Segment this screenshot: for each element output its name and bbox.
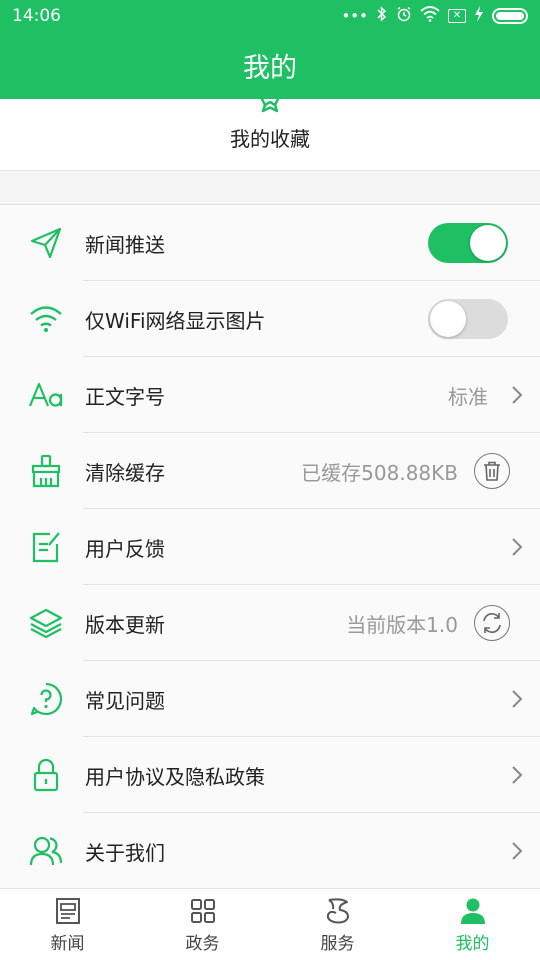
- setting-label: 常见问题: [85, 688, 165, 713]
- wifi-icon: [28, 301, 64, 337]
- layers-icon: [28, 605, 64, 641]
- chevron-right-icon: [512, 766, 523, 784]
- setting-news-push[interactable]: 新闻推送: [0, 205, 540, 281]
- clear-cache-button[interactable]: [474, 453, 510, 489]
- bluetooth-icon: [376, 6, 388, 26]
- setting-label: 用户协议及隐私政策: [85, 764, 265, 789]
- bottom-tab-bar: 新闻 政务 服务 我的: [0, 888, 540, 960]
- check-update-button[interactable]: [474, 605, 510, 641]
- setting-label: 仅WiFi网络显示图片: [85, 308, 266, 333]
- setting-agreement-privacy[interactable]: 用户协议及隐私政策: [0, 737, 540, 813]
- status-time: 14:06: [12, 6, 61, 26]
- tab-label: 政务: [185, 934, 220, 954]
- setting-about-us[interactable]: 关于我们: [0, 813, 540, 889]
- setting-wifi-images[interactable]: 仅WiFi网络显示图片: [0, 281, 540, 357]
- charging-icon: [474, 6, 484, 26]
- status-icons: ••• ✕: [341, 6, 528, 26]
- setting-faq[interactable]: 常见问题: [0, 661, 540, 737]
- setting-label: 关于我们: [85, 840, 165, 865]
- alarm-icon: [396, 6, 412, 26]
- refresh-icon: [483, 613, 501, 633]
- chevron-right-icon: [512, 386, 523, 404]
- setting-label: 用户反馈: [85, 536, 165, 561]
- tab-label: 服务: [320, 934, 355, 954]
- person-icon: [460, 898, 485, 924]
- status-bar: 14:06 ••• ✕: [0, 0, 540, 32]
- tab-label: 新闻: [50, 934, 85, 954]
- broom-icon: [28, 453, 64, 489]
- news-icon: [55, 898, 80, 924]
- chevron-right-icon: [512, 842, 523, 860]
- version-value: 当前版本1.0: [346, 612, 458, 637]
- settings-list: 新闻推送 仅WiFi网络显示图片 正文字号 标准 清除缓存 已缓存508.88K…: [0, 204, 540, 888]
- setting-label: 清除缓存: [85, 460, 165, 485]
- feedback-icon: [28, 529, 64, 565]
- lock-icon: [28, 757, 64, 793]
- wifi-status-icon: [420, 6, 440, 26]
- wifi-images-toggle[interactable]: [428, 299, 508, 339]
- chevron-right-icon: [512, 538, 523, 556]
- cache-size-value: 已缓存508.88KB: [301, 460, 458, 485]
- font-size-value: 标准: [448, 384, 488, 409]
- favorites-label: 我的收藏: [230, 127, 310, 151]
- service-icon: [326, 898, 349, 924]
- tab-service[interactable]: 服务: [270, 889, 405, 960]
- setting-label: 版本更新: [85, 612, 165, 637]
- setting-label: 新闻推送: [85, 232, 165, 257]
- toggle-knob: [430, 301, 466, 337]
- grid-icon: [190, 899, 215, 923]
- question-icon: [28, 681, 64, 717]
- setting-font-size[interactable]: 正文字号 标准: [0, 357, 540, 433]
- paper-plane-icon: [28, 225, 64, 261]
- setting-feedback[interactable]: 用户反馈: [0, 509, 540, 585]
- page-title: 我的: [243, 53, 297, 84]
- tab-mine[interactable]: 我的: [405, 889, 540, 960]
- setting-version-update[interactable]: 版本更新 当前版本1.0: [0, 585, 540, 661]
- news-push-toggle[interactable]: [428, 223, 508, 263]
- star-icon: [258, 95, 282, 113]
- trash-icon: [484, 461, 500, 481]
- tab-government[interactable]: 政务: [135, 889, 270, 960]
- setting-label: 正文字号: [85, 384, 165, 409]
- chevron-right-icon: [512, 690, 523, 708]
- tab-label: 我的: [455, 934, 490, 954]
- setting-clear-cache[interactable]: 清除缓存 已缓存508.88KB: [0, 433, 540, 509]
- font-size-icon: [28, 377, 64, 413]
- tab-news[interactable]: 新闻: [0, 889, 135, 960]
- favorites-entry[interactable]: 我的收藏: [0, 95, 540, 171]
- more-dots-icon: •••: [341, 7, 368, 25]
- title-bar: 我的: [0, 32, 540, 99]
- users-icon: [28, 833, 64, 869]
- toggle-knob: [470, 225, 506, 261]
- no-sim-icon: ✕: [448, 9, 466, 23]
- battery-icon: [492, 8, 528, 24]
